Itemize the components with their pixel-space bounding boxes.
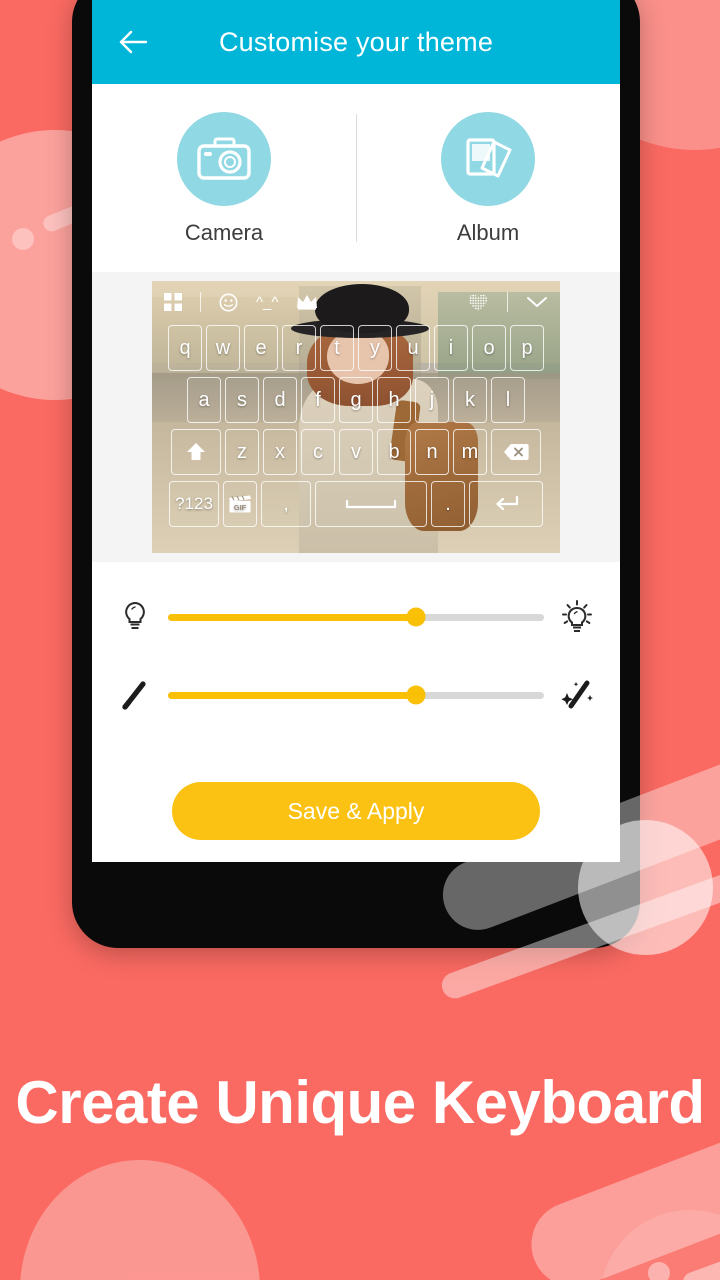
app-screen: Customise your theme Camera Album ^_^ q … [92,0,620,862]
toolbar-divider [507,292,508,312]
key-m[interactable]: m [453,429,487,475]
key-k[interactable]: k [453,377,487,423]
dotted-heart-icon[interactable] [467,292,489,312]
key-d[interactable]: d [263,377,297,423]
space-key[interactable] [315,481,427,527]
camera-icon [197,137,251,180]
keyboard-row-2: a s d f g h j k l [152,377,560,423]
backspace-icon [504,444,529,460]
bulb-bright-icon [554,600,600,634]
camera-circle [177,112,271,206]
key-r[interactable]: r [282,325,316,371]
promo-tagline: Create Unique Keyboard [15,1069,705,1136]
toolbar-divider [200,292,201,312]
key-j[interactable]: j [415,377,449,423]
key-b[interactable]: b [377,429,411,475]
gif-icon: GIF [229,495,251,513]
key-x[interactable]: x [263,429,297,475]
backspace-key[interactable] [491,429,541,475]
save-button-wrapper: Save & Apply [92,782,620,840]
key-w[interactable]: w [206,325,240,371]
key-q[interactable]: q [168,325,202,371]
grid-icon[interactable] [164,293,182,311]
crown-icon[interactable] [296,294,318,310]
key-l[interactable]: l [491,377,525,423]
symbols-key[interactable]: ?123 [169,481,219,527]
period-key[interactable]: . [431,481,465,527]
key-i[interactable]: i [434,325,468,371]
source-picker: Camera Album [92,84,620,264]
blur-slider-thumb[interactable] [406,685,426,705]
enter-icon [496,495,519,511]
key-y[interactable]: y [358,325,392,371]
brightness-slider-row [92,586,620,648]
album-circle [441,112,535,206]
blur-slider-row [92,664,620,726]
enter-key[interactable] [469,481,543,527]
smiley-icon[interactable] [219,293,238,312]
key-c[interactable]: c [301,429,335,475]
keyboard-preview-container: ^_^ q w e r t y u i o p a s d f g h j k … [92,272,620,562]
source-divider [356,114,357,242]
key-p[interactable]: p [510,325,544,371]
source-option-album[interactable]: Album [356,112,620,246]
decorative-dot [648,1262,670,1280]
key-s[interactable]: s [225,377,259,423]
key-f[interactable]: f [301,377,335,423]
chevron-down-icon[interactable] [526,295,548,309]
key-h[interactable]: h [377,377,411,423]
decorative-streak [680,1235,720,1280]
gif-key[interactable]: GIF [223,481,257,527]
svg-text:GIF: GIF [234,503,247,512]
space-icon [345,499,397,509]
brightness-slider-fill [168,613,417,621]
key-n[interactable]: n [415,429,449,475]
decorative-circle [600,1210,720,1280]
source-option-label: Camera [184,220,264,245]
keyboard-rows: q w e r t y u i o p a s d f g h j k l z … [152,325,560,533]
key-u[interactable]: u [396,325,430,371]
keyboard-preview[interactable]: ^_^ q w e r t y u i o p a s d f g h j k … [152,281,560,553]
source-option-label: Album [456,220,520,245]
promo-screenshot-root: Customise your theme Camera Album ^_^ q … [0,0,720,1280]
wand-sparkle-icon [554,679,600,711]
app-header: Customise your theme [92,0,620,84]
key-z[interactable]: z [225,429,259,475]
keyboard-row-3: z x c v b n m [152,429,560,475]
photo-stack-icon [466,138,512,178]
blur-slider-fill [168,691,417,699]
bulb-dim-icon [112,601,158,633]
key-v[interactable]: v [339,429,373,475]
emoticon-kaomoji-icon[interactable]: ^_^ [256,294,278,311]
page-title: Customise your theme [218,26,494,57]
save-apply-button[interactable]: Save & Apply [172,782,540,840]
brightness-slider-thumb[interactable] [406,607,426,627]
wand-icon [112,679,158,711]
key-a[interactable]: a [187,377,221,423]
back-button[interactable] [110,19,156,65]
arrow-left-icon [119,30,148,54]
shift-icon [187,443,205,460]
keyboard-row-4: ?123 GIF , . [152,481,560,527]
shift-key[interactable] [171,429,221,475]
key-t[interactable]: t [320,325,354,371]
key-e[interactable]: e [244,325,278,371]
brightness-slider-track[interactable] [168,607,544,627]
key-g[interactable]: g [339,377,373,423]
decorative-circle [20,1160,260,1280]
decorative-dot [12,228,34,250]
source-option-camera[interactable]: Camera [92,112,356,246]
comma-key[interactable]: , [261,481,311,527]
keyboard-toolbar: ^_^ [152,281,560,323]
key-o[interactable]: o [472,325,506,371]
keyboard-row-1: q w e r t y u i o p [152,325,560,371]
phone-mockup: Customise your theme Camera Album ^_^ q … [72,0,640,948]
blur-slider-track[interactable] [168,685,544,705]
